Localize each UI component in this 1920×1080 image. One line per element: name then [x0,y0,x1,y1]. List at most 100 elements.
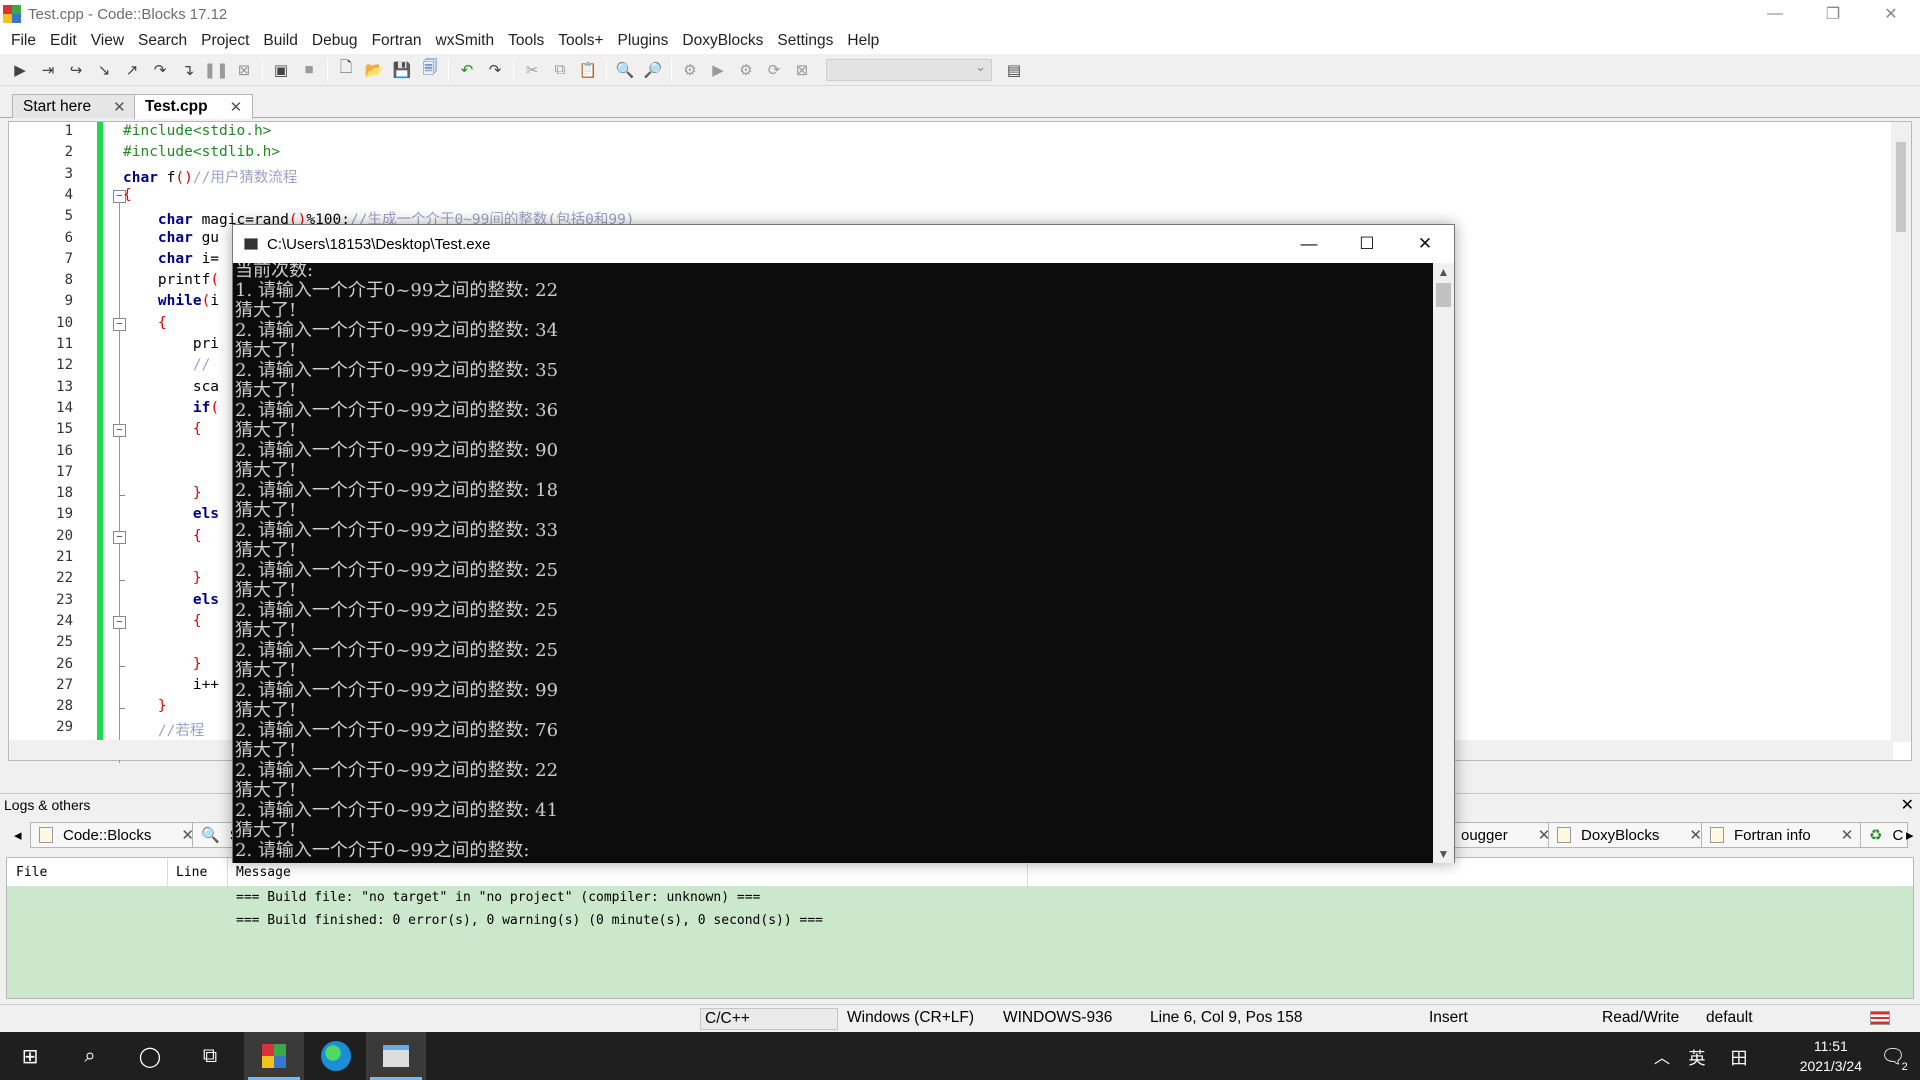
status-access: Read/Write [1602,1009,1680,1026]
new-file-icon[interactable]: 🗋 [334,58,358,82]
menu-project[interactable]: Project [194,32,256,50]
menu-help[interactable]: Help [840,32,886,50]
editor-vertical-scrollbar[interactable] [1891,122,1911,742]
run-to-cursor-icon[interactable]: ⇥ [36,58,60,82]
tab-fortran-info[interactable]: Fortran info ✕ [1701,822,1863,848]
find-icon[interactable]: 🔍 [613,58,637,82]
save-icon[interactable]: 💾 [390,58,414,82]
close-tab-icon[interactable]: ✕ [230,98,243,116]
code-line: printf( [123,272,220,289]
code-line: sca [123,378,220,395]
console-taskbar-icon[interactable] [366,1032,426,1080]
console-maximize-button[interactable]: ☐ [1338,225,1396,263]
menu-tools[interactable]: Tools [501,32,551,50]
close-tab-icon[interactable]: ✕ [113,98,126,116]
debug-windows-icon[interactable]: ▣ [269,58,293,82]
line-number: 25 [56,634,73,651]
build-and-run-icon[interactable]: ⚙ [734,58,758,82]
menu-wxsmith[interactable]: wxSmith [429,32,502,50]
show-hidden-icons-icon[interactable]: ︿ [1650,1032,1674,1080]
close-tab-icon[interactable]: ✕ [1841,826,1854,844]
minimize-button[interactable]: — [1746,0,1804,28]
column-line[interactable]: Line [176,865,207,880]
scroll-thumb[interactable] [1436,283,1451,307]
menu-bar: File Edit View Search Project Build Debu… [0,28,1920,54]
taskbar-clock[interactable]: 11:51 2021/3/24 [1800,1036,1862,1076]
close-button[interactable]: ✕ [1862,0,1920,28]
code-line: els [192,506,220,523]
build-target-select[interactable] [826,58,992,81]
column-message[interactable]: Message [236,865,291,880]
console-line: 猜大了! [235,820,297,841]
log-message: === Build finished: 0 error(s), 0 warnin… [236,913,823,928]
menu-fortran[interactable]: Fortran [365,32,429,50]
abort-icon[interactable]: ⊠ [790,58,814,82]
step-out-icon[interactable]: ↗ [120,58,144,82]
menu-plugins[interactable]: Plugins [611,32,676,50]
tab-label: Code::Blocks [63,826,152,844]
console-output[interactable]: 当前次数: 1. 请输入一个介于0~99之间的整数: 22 猜大了! 2. 请输入一个… [233,263,1433,863]
cut-icon[interactable]: ✂ [520,58,544,82]
build-icon[interactable]: ⚙ [678,58,702,82]
redo-icon[interactable]: ↷ [483,58,507,82]
edge-browser-icon[interactable] [306,1032,366,1080]
console-window[interactable]: C:\Users\18153\Desktop\Test.exe — ☐ ✕ 当前… [232,224,1455,863]
ime-mode-indicator[interactable]: 田 [1722,1032,1756,1080]
stop-debug-icon[interactable]: ⊠ [232,58,256,82]
scroll-up-icon[interactable]: ▲ [1433,265,1454,279]
menu-doxyblocks[interactable]: DoxyBlocks [675,32,770,50]
next-line-icon[interactable]: ↪ [64,58,88,82]
menu-tools-plus[interactable]: Tools+ [551,32,610,50]
tab-codeblocks-log[interactable]: Code::Blocks ✕ [30,822,203,848]
console-scrollbar[interactable]: ▲ ▼ [1433,263,1454,863]
tab-test-cpp[interactable]: Test.cpp ✕ [134,94,254,119]
start-windows-icon[interactable]: ⊞ [0,1032,60,1080]
column-file[interactable]: File [16,865,47,880]
replace-icon[interactable]: 🔎 [641,58,665,82]
console-title-bar[interactable]: C:\Users\18153\Desktop\Test.exe — ☐ ✕ [233,225,1454,263]
console-line: 猜大了! [235,460,297,481]
open-icon[interactable]: 📂 [362,58,386,82]
undo-icon[interactable]: ↶ [455,58,479,82]
tabs-scroll-right-icon[interactable]: ▸ [1906,822,1920,848]
save-all-icon[interactable]: 🗐 [418,58,442,82]
menu-view[interactable]: View [84,32,131,50]
menu-edit[interactable]: Edit [43,32,84,50]
notification-center-icon[interactable]: 🗨 2 [1868,1032,1918,1080]
pause-icon[interactable]: ❚❚ [203,58,228,82]
menu-file[interactable]: File [4,32,43,50]
step-into-instruction-icon[interactable]: ↴ [176,58,200,82]
close-logs-icon[interactable]: ✕ [1901,795,1914,815]
debug-start-icon[interactable]: ▶ [8,58,32,82]
tab-cccc[interactable]: ♻ C [1860,822,1908,848]
copy-icon[interactable]: ⧉ [548,58,572,82]
rebuild-icon[interactable]: ⟳ [762,58,786,82]
line-number: 19 [56,506,73,523]
console-close-button[interactable]: ✕ [1396,225,1454,263]
restore-button[interactable]: ❐ [1804,0,1862,28]
run-icon[interactable]: ▶ [706,58,730,82]
console-minimize-button[interactable]: — [1280,225,1338,263]
task-view-icon[interactable]: ⧉ [180,1032,240,1080]
menu-build[interactable]: Build [256,32,304,50]
next-instruction-icon[interactable]: ↷ [148,58,172,82]
line-number: 10 [56,314,73,331]
scroll-down-icon[interactable]: ▼ [1433,847,1454,861]
menu-search[interactable]: Search [131,32,194,50]
tabs-scroll-left-icon[interactable]: ◂ [6,822,30,848]
line-number: 12 [56,357,73,374]
step-into-icon[interactable]: ↘ [92,58,116,82]
tab-doxyblocks[interactable]: DoxyBlocks ✕ [1548,822,1711,848]
code-line: pri [123,336,220,352]
ime-language-indicator[interactable]: 英 [1680,1032,1714,1080]
codeblocks-taskbar-icon[interactable] [244,1032,304,1080]
menu-settings[interactable]: Settings [770,32,840,50]
tab-start-here[interactable]: Start here ✕ [12,94,137,118]
search-icon[interactable]: ⌕ [60,1032,120,1080]
cortana-circle-icon[interactable]: ◯ [120,1032,180,1080]
menu-debug[interactable]: Debug [305,32,365,50]
tab-debugger[interactable]: ougger ✕ [1452,822,1560,848]
paste-icon[interactable]: 📋 [576,58,600,82]
various-info-icon[interactable]: ■ [297,58,321,82]
show-select-target-icon[interactable]: ▤ [1002,58,1026,82]
